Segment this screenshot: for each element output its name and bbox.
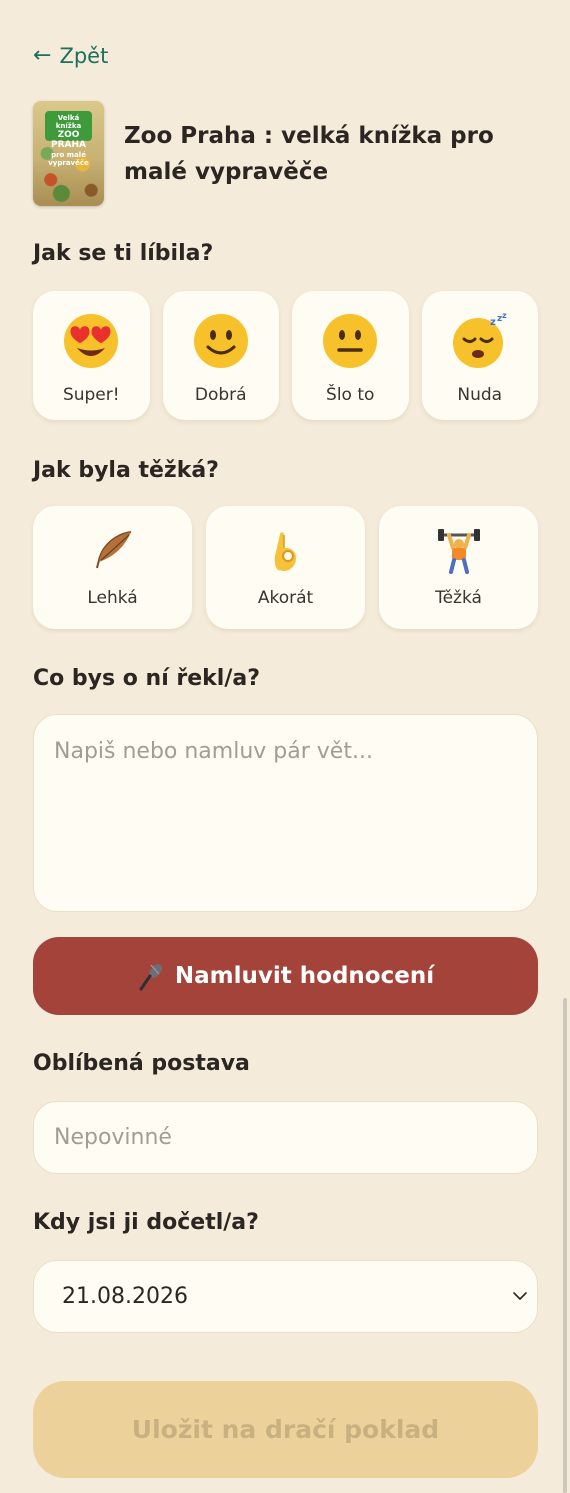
rating-page: ← Zpět Velká knížka ZOO PRAHA pro malé v… — [0, 0, 570, 1493]
difficulty-label: Akorát — [257, 588, 314, 608]
difficulty-option-akorat[interactable]: Akorát — [206, 506, 365, 629]
book-header: Velká knížka ZOO PRAHA pro malé vypravěč… — [33, 101, 538, 206]
heart-eyes-emoji-icon — [64, 314, 119, 368]
favorite-character-label: Oblíbená postava — [33, 1051, 250, 1076]
mood-options: Super! Dobrá Šlo to z z z Nuda — [33, 291, 538, 420]
cover-line2: ZOO PRAHA — [51, 130, 86, 151]
mood-label: Nuda — [457, 385, 503, 405]
microphone-icon — [139, 964, 163, 991]
mood-label: Dobrá — [194, 385, 247, 405]
finished-date-select[interactable]: 21.08.2026 — [33, 1260, 538, 1333]
book-title: Zoo Praha : velká knížka pro malé vyprav… — [124, 122, 494, 185]
difficulty-question: Jak byla těžká? — [33, 458, 219, 483]
cover-line3: pro malé vypravěče — [48, 150, 89, 167]
favorite-character-input[interactable]: Nepovinné — [33, 1101, 538, 1174]
review-placeholder: Napiš nebo namluv pár vět... — [54, 739, 373, 764]
sleeping-face-emoji-icon: z z z — [452, 313, 507, 368]
cover-line1: Velká knížka — [55, 114, 82, 131]
record-review-label: Namluvit hodnocení — [174, 963, 435, 989]
svg-text:z: z — [502, 313, 507, 320]
mood-option-dobra[interactable]: Dobrá — [162, 291, 279, 420]
svg-text:z: z — [490, 317, 496, 328]
save-button[interactable]: Uložit na dračí poklad — [33, 1381, 538, 1478]
finished-date-value: 21.08.2026 — [62, 1284, 188, 1309]
weightlifter-icon — [437, 529, 480, 574]
record-review-button[interactable]: Namluvit hodnocení — [33, 937, 538, 1015]
feather-icon — [95, 531, 131, 569]
mood-label: Šlo to — [326, 385, 375, 405]
back-link[interactable]: ← Zpět — [33, 44, 108, 68]
difficulty-label: Lehká — [87, 588, 138, 608]
difficulty-options: Lehká Akorát Těžká — [33, 506, 538, 629]
favorite-character-placeholder: Nepovinné — [54, 1125, 172, 1150]
back-label: Zpět — [59, 44, 109, 68]
mood-option-nuda[interactable]: z z z Nuda — [421, 291, 538, 420]
smiling-face-emoji-icon — [193, 314, 248, 368]
difficulty-option-tezka[interactable]: Těžká — [379, 506, 538, 629]
ok-hand-icon — [274, 532, 296, 571]
finished-date-label: Kdy jsi ji dočetl/a? — [33, 1210, 259, 1235]
neutral-face-emoji-icon — [323, 314, 378, 368]
save-button-label: Uložit na dračí poklad — [131, 1415, 440, 1444]
chevron-down-icon — [513, 1292, 527, 1300]
mood-option-slo-to[interactable]: Šlo to — [292, 291, 409, 420]
arrow-left-icon: ← — [33, 43, 52, 68]
book-cover-image: Velká knížka ZOO PRAHA pro malé vypravěč… — [33, 101, 104, 206]
difficulty-option-lehka[interactable]: Lehká — [33, 506, 192, 629]
mood-label: Super! — [62, 385, 120, 405]
mood-option-super[interactable]: Super! — [33, 291, 150, 420]
mood-question: Jak se ti líbila? — [33, 241, 214, 266]
difficulty-label: Těžká — [435, 588, 482, 608]
scrollbar[interactable] — [563, 998, 567, 1493]
cover-badge: Velká knížka ZOO PRAHA pro malé vypravěč… — [45, 111, 92, 167]
review-textarea[interactable]: Napiš nebo namluv pár vět... — [33, 714, 538, 912]
review-question: Co bys o ní řekl/a? — [33, 666, 260, 691]
